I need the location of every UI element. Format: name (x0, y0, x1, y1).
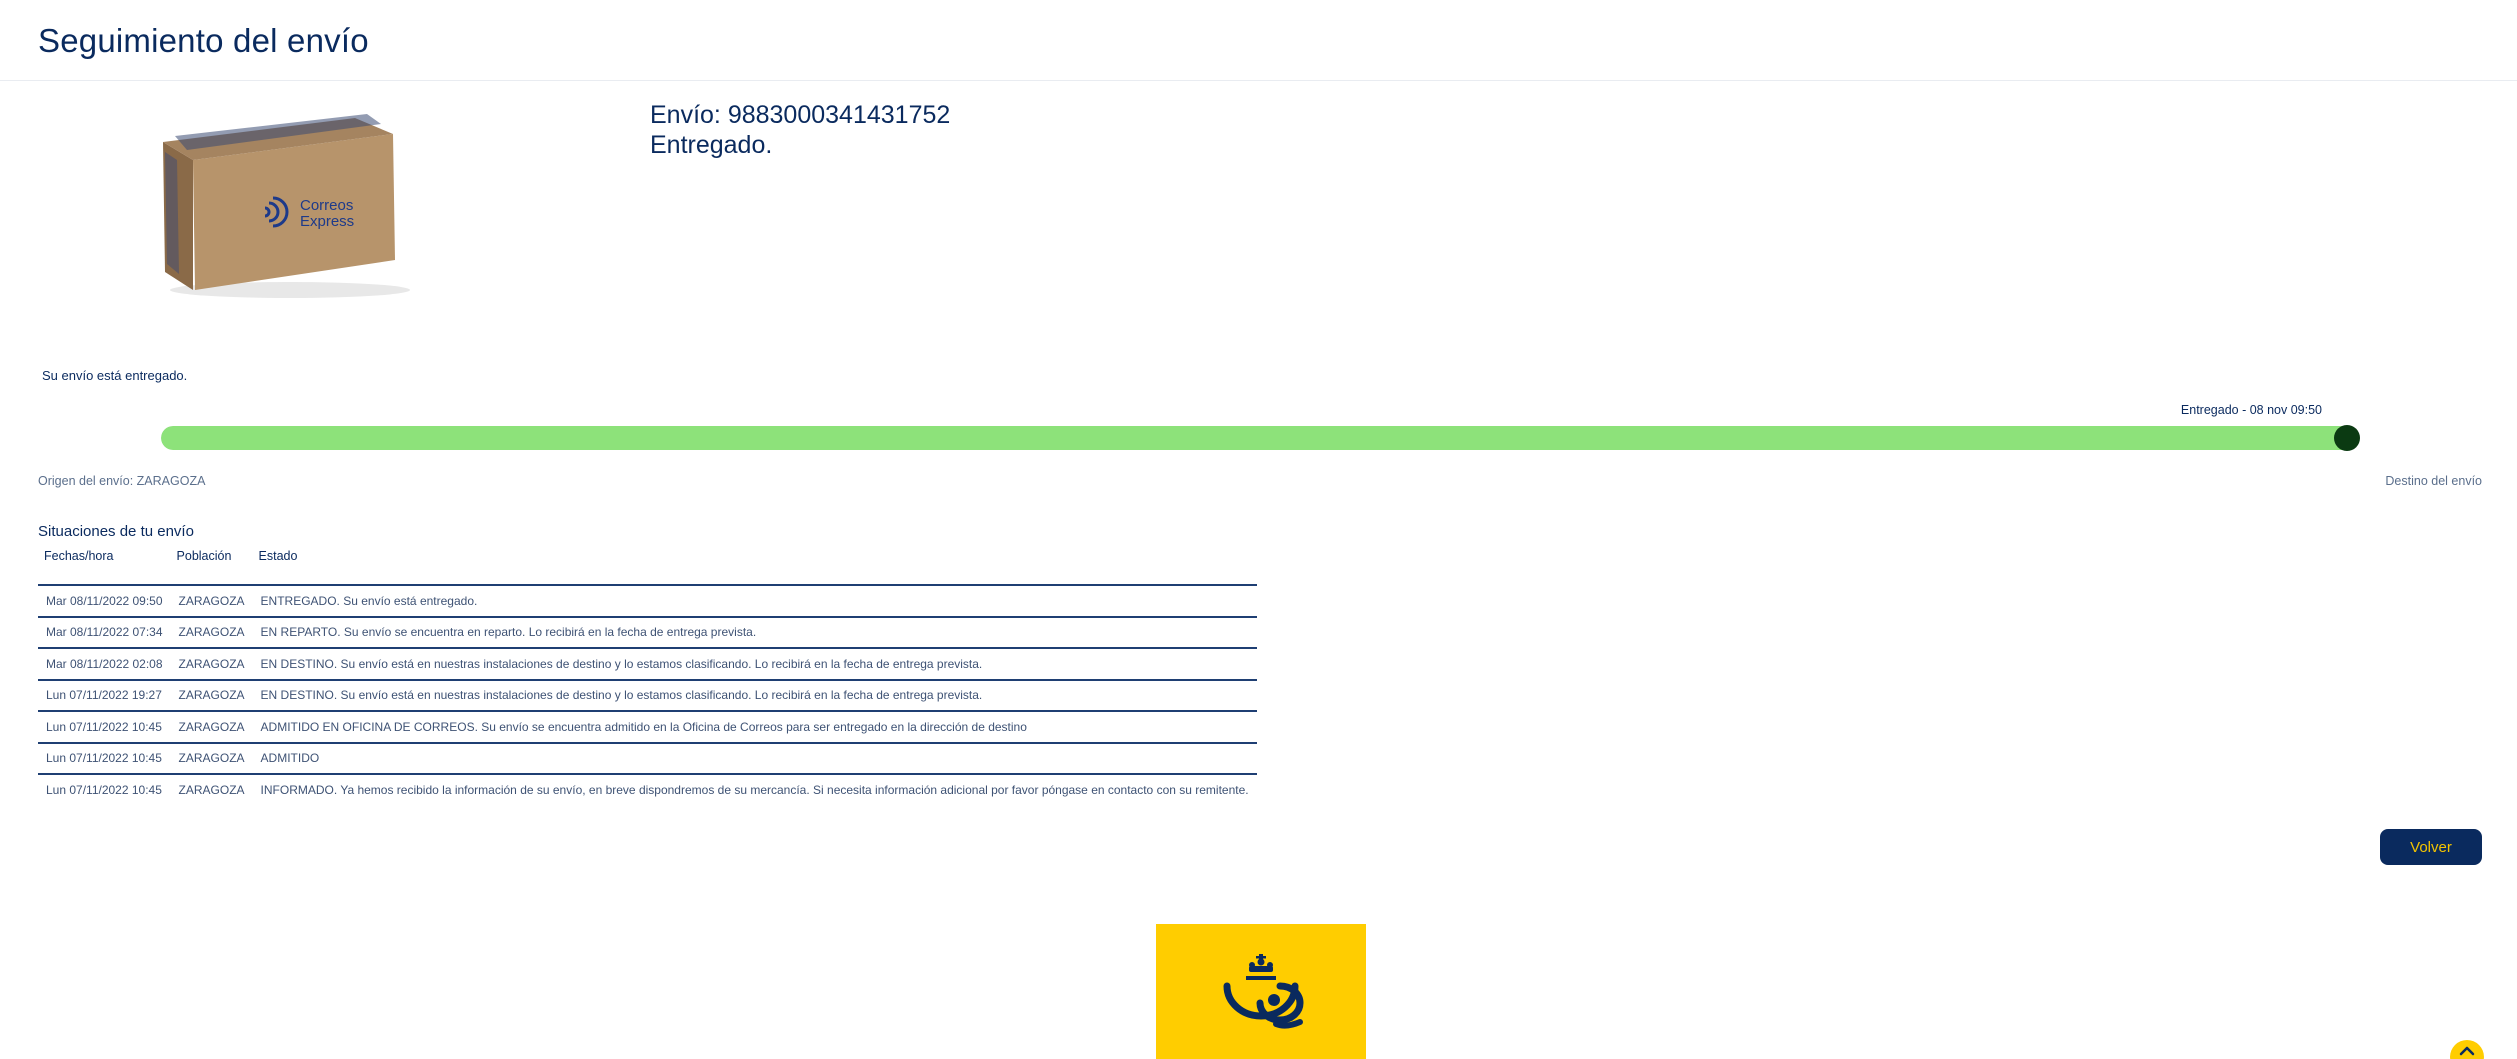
progress-latest-event: Entregado - 08 nov 09:50 (2180, 403, 2322, 417)
event-date: Lun 07/11/2022 10:45 (46, 751, 162, 766)
event-city: ZARAGOZA (178, 625, 245, 640)
event-date: Mar 08/11/2022 09:50 (46, 593, 163, 608)
event-city: ZARAGOZA (178, 656, 245, 671)
event-date: Lun 07/11/2022 10:45 (46, 719, 162, 734)
scroll-top-button[interactable] (2450, 1040, 2484, 1059)
table-header-row: Fechas/hora Población Estado (38, 545, 1257, 585)
table-row: Mar 08/11/2022 02:08 ZARAGOZA EN DESTINO… (38, 648, 1257, 680)
destination-label: Destino del envío (2385, 474, 2482, 488)
table-row: Mar 08/11/2022 07:34 ZARAGOZA EN REPARTO… (38, 617, 1257, 648)
column-header-city: Población (176, 549, 232, 563)
event-city: ZARAGOZA (178, 688, 245, 703)
event-status: ADMITIDO (260, 751, 320, 766)
column-header-status: Estado (258, 549, 298, 563)
correos-logo[interactable] (1156, 924, 1366, 1059)
shipment-state: Entregado. (650, 131, 773, 159)
status-message: Su envío está entregado. (42, 368, 188, 383)
event-status: EN REPARTO. Su envío se encuentra en rep… (260, 625, 757, 640)
chevron-up-icon (2459, 1046, 2475, 1056)
table-row: Lun 07/11/2022 10:45 ZARAGOZA ADMITIDO (38, 743, 1257, 774)
table-row: Lun 07/11/2022 10:45 ZARAGOZA ADMITIDO E… (38, 711, 1257, 743)
origin-label: Origen del envío: ZARAGOZA (38, 474, 206, 488)
event-date: Lun 07/11/2022 19:27 (46, 688, 162, 703)
event-city: ZARAGOZA (178, 719, 245, 734)
event-date: Lun 07/11/2022 10:45 (46, 783, 162, 798)
events-table: Fechas/hora Población Estado Mar 08/11/2… (38, 545, 1257, 806)
page-header: Seguimiento del envío (0, 0, 2517, 81)
box-brand-text: Correos (300, 197, 353, 214)
event-status: ADMITIDO EN OFICINA DE CORREOS. Su envío… (260, 719, 1027, 734)
svg-text:Express: Express (300, 213, 354, 230)
table-row: Mar 08/11/2022 09:50 ZARAGOZA ENTREGADO.… (38, 585, 1257, 617)
events-title: Situaciones de tu envío (38, 523, 194, 540)
progress-bar (161, 426, 2359, 450)
shipment-number: Envío: 9883000341431752 (650, 101, 951, 129)
event-date: Mar 08/11/2022 02:08 (46, 656, 163, 671)
progress-marker (2334, 425, 2360, 451)
event-city: ZARAGOZA (178, 783, 245, 798)
event-status: INFORMADO. Ya hemos recibido la informac… (260, 783, 1249, 798)
event-city: ZARAGOZA (178, 751, 245, 766)
package-box-image: Correos Express (155, 112, 435, 302)
event-status: EN DESTINO. Su envío está en nuestras in… (260, 656, 983, 671)
page-title: Seguimiento del envío (38, 22, 369, 59)
back-button[interactable]: Volver (2380, 829, 2482, 865)
table-row: Lun 07/11/2022 19:27 ZARAGOZA EN DESTINO… (38, 680, 1257, 711)
shipment-info: Envío: 9883000341431752 Entregado. (650, 100, 950, 160)
table-row: Lun 07/11/2022 10:45 ZARAGOZA INFORMADO.… (38, 774, 1257, 806)
column-header-date: Fechas/hora (44, 549, 114, 563)
progress-bar-fill (161, 426, 2359, 450)
event-date: Mar 08/11/2022 07:34 (46, 625, 163, 640)
event-status: EN DESTINO. Su envío está en nuestras in… (260, 688, 983, 703)
event-status: ENTREGADO. Su envío está entregado. (260, 593, 478, 608)
event-city: ZARAGOZA (178, 593, 245, 608)
correos-posthorn-crown-icon (1223, 954, 1304, 1029)
